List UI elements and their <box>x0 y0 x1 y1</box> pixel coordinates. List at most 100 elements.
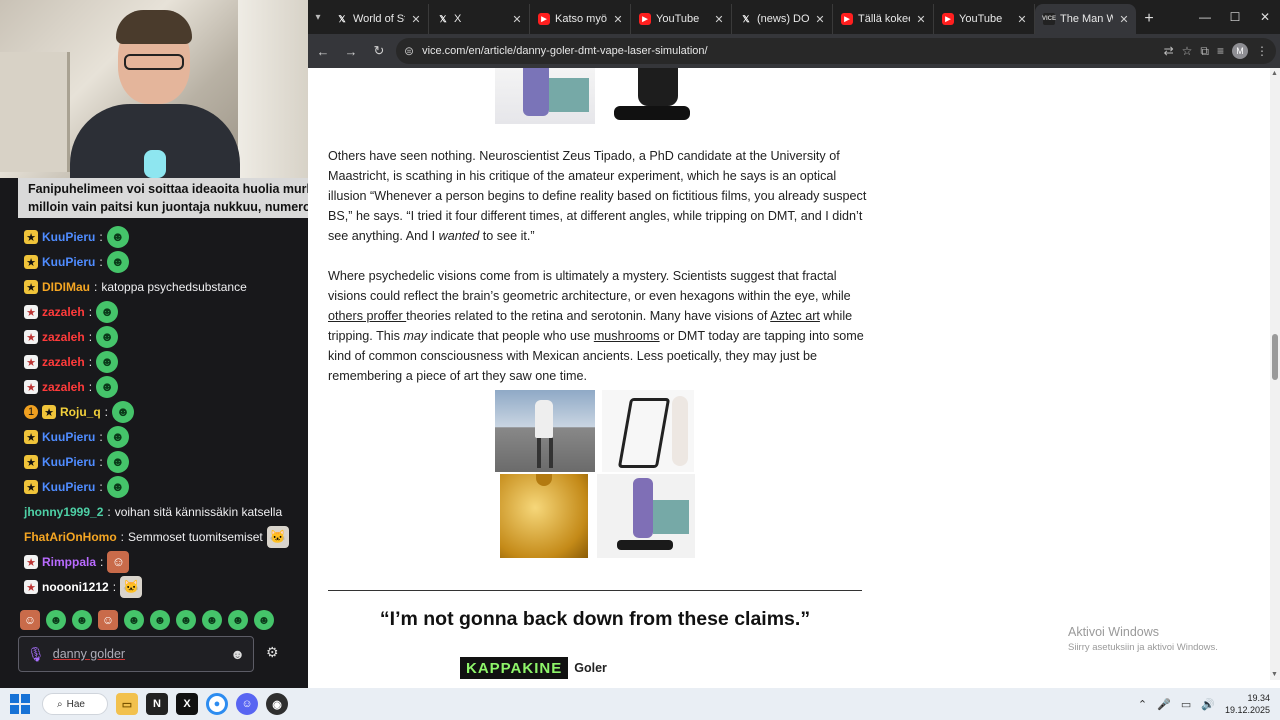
browser-tab[interactable]: 𝕏 (news) DOGE X ✕ <box>732 4 833 34</box>
link-aztec-art[interactable]: Aztec art <box>770 309 820 323</box>
extensions-icon[interactable]: ⧉ <box>1200 44 1209 59</box>
emote-face[interactable]: ☺ <box>98 610 118 630</box>
chat-badge-icon[interactable]: ★ <box>24 230 38 244</box>
chrome-icon[interactable]: ● <box>206 693 228 715</box>
chat-username[interactable]: zazaleh <box>42 305 85 319</box>
start-button[interactable] <box>10 694 30 714</box>
discord-icon[interactable]: ☺ <box>236 693 258 715</box>
tray-overflow-icon[interactable]: ⌃ <box>1138 698 1147 711</box>
chat-badge-icon[interactable]: 1 <box>24 405 38 419</box>
chat-badge-icon[interactable]: ★ <box>24 380 38 394</box>
page-scrollbar[interactable]: ▲ ▼ <box>1270 68 1280 680</box>
chat-badge-icon[interactable]: ★ <box>24 455 38 469</box>
chat-username[interactable]: zazaleh <box>42 355 85 369</box>
chat-username[interactable]: KuuPieru <box>42 430 95 444</box>
tab-search-icon[interactable]: ▾ <box>308 0 328 34</box>
close-tab-icon[interactable]: ✕ <box>1118 13 1130 26</box>
emote-frog[interactable]: ☻ <box>96 351 119 373</box>
emote-frog[interactable]: ☻ <box>112 401 135 423</box>
volume-icon[interactable]: 🔊 <box>1201 698 1215 711</box>
emote-face[interactable]: ☺ <box>107 551 130 573</box>
taskbar-search[interactable]: ⌕ Hae <box>42 693 108 715</box>
product-image-leggings[interactable] <box>495 68 595 124</box>
product-image-vibration-platform[interactable] <box>602 68 694 124</box>
close-tab-icon[interactable]: ✕ <box>713 13 725 26</box>
emote-frog[interactable]: ☻ <box>106 251 129 273</box>
chat-username[interactable]: zazaleh <box>42 380 85 394</box>
chat-badge-icon[interactable]: ★ <box>24 305 38 319</box>
menu-kebab-icon[interactable]: ⋮ <box>1256 44 1268 58</box>
scrollbar-thumb[interactable] <box>1272 334 1278 380</box>
product-image-vibration-plate[interactable] <box>597 474 695 558</box>
chat-username[interactable]: KuuPieru <box>42 480 95 494</box>
file-explorer-icon[interactable]: ▭ <box>116 693 138 715</box>
emote-frog[interactable]: ☻ <box>150 610 170 630</box>
chat-badge-icon[interactable]: ★ <box>24 430 38 444</box>
emote-frog[interactable]: ☻ <box>46 610 66 630</box>
browser-tab[interactable]: ▶ YouTube ✕ <box>934 4 1035 34</box>
maximize-icon[interactable]: ☐ <box>1220 0 1250 34</box>
address-bar[interactable]: ⊜ vice.com/en/article/danny-goler-dmt-va… <box>396 38 1276 64</box>
browser-tab[interactable]: ▶ Tällä kokeella v ✕ <box>833 4 934 34</box>
forward-icon[interactable]: → <box>340 40 362 62</box>
emote-frog[interactable]: ☻ <box>106 476 129 498</box>
close-tab-icon[interactable]: ✕ <box>814 13 826 26</box>
app-icon-obs[interactable]: ◉ <box>266 693 288 715</box>
emote-frog[interactable]: ☻ <box>96 376 119 398</box>
chat-username[interactable]: DIDIMau <box>42 280 90 294</box>
mic-tray-icon[interactable]: 🎤 <box>1157 698 1171 711</box>
browser-tab[interactable]: ▶ Katso myöhem ✕ <box>530 4 631 34</box>
emote-frog[interactable]: ☻ <box>96 301 119 323</box>
emote-frog[interactable]: ☻ <box>228 610 248 630</box>
emote-frog[interactable]: ☻ <box>124 610 144 630</box>
minimize-icon[interactable]: — <box>1190 0 1220 34</box>
url-text[interactable]: vice.com/en/article/danny-goler-dmt-vape… <box>422 45 1156 57</box>
close-tab-icon[interactable]: ✕ <box>1016 13 1028 26</box>
scroll-down-icon[interactable]: ▼ <box>1271 671 1278 678</box>
chat-username[interactable]: Roju_q <box>60 405 101 419</box>
chat-username[interactable]: KuuPieru <box>42 455 95 469</box>
browser-tab[interactable]: 𝕏 X ✕ <box>429 4 530 34</box>
chat-badge-icon[interactable]: ★ <box>42 405 56 419</box>
site-info-icon[interactable]: ⊜ <box>404 44 414 58</box>
chat-username[interactable]: KuuPieru <box>42 230 95 244</box>
translate-icon[interactable]: ⇄ <box>1164 44 1174 58</box>
microphone-icon[interactable]: 🎙 <box>27 646 45 663</box>
emote-frog[interactable]: ☻ <box>96 326 119 348</box>
emote-face[interactable]: ☺ <box>20 610 40 630</box>
emote-frog[interactable]: ☻ <box>176 610 196 630</box>
app-icon-n[interactable]: N <box>146 693 168 715</box>
chat-badge-icon[interactable]: ★ <box>24 330 38 344</box>
clock[interactable]: 19.34 19.12.2025 <box>1225 692 1270 716</box>
close-tab-icon[interactable]: ✕ <box>612 13 624 26</box>
emoji-icon[interactable]: ☻ <box>230 646 245 662</box>
profile-avatar[interactable]: M <box>1232 43 1248 59</box>
chat-badge-icon[interactable]: ★ <box>24 355 38 369</box>
emote-cat[interactable]: 🐱 <box>120 576 143 598</box>
chat-badge-icon[interactable]: ★ <box>24 280 38 294</box>
chat-username[interactable]: jhonny1999_2 <box>24 505 103 519</box>
emote-frog[interactable]: ☻ <box>202 610 222 630</box>
network-icon[interactable]: ▭ <box>1181 698 1191 711</box>
browser-tab[interactable]: 𝕏 World of Statist ✕ <box>328 4 429 34</box>
bookmark-star-icon[interactable]: ☆ <box>1182 44 1193 58</box>
chat-username[interactable]: zazaleh <box>42 330 85 344</box>
emote-frog[interactable]: ☻ <box>72 610 92 630</box>
emote-frog[interactable]: ☻ <box>254 610 274 630</box>
media-controls-icon[interactable]: ≡ <box>1217 44 1224 58</box>
emote-frog[interactable]: ☻ <box>106 426 129 448</box>
emote-cat[interactable]: 🐱 <box>266 526 289 548</box>
app-icon-x[interactable]: X <box>176 693 198 715</box>
product-image-stilts[interactable] <box>495 390 595 472</box>
close-tab-icon[interactable]: ✕ <box>511 13 523 26</box>
close-window-icon[interactable]: ✕ <box>1250 0 1280 34</box>
new-tab-button[interactable]: + <box>1136 4 1162 34</box>
chat-username[interactable]: FhatAriOnHomo <box>24 530 117 544</box>
reload-icon[interactable]: ↻ <box>368 40 390 62</box>
emote-frog[interactable]: ☻ <box>106 226 129 248</box>
chat-badge-icon[interactable]: ★ <box>24 580 38 594</box>
emote-frog[interactable]: ☻ <box>106 451 129 473</box>
chat-input[interactable] <box>52 647 223 661</box>
chat-badge-icon[interactable]: ★ <box>24 255 38 269</box>
chat-badge-icon[interactable]: ★ <box>24 555 38 569</box>
